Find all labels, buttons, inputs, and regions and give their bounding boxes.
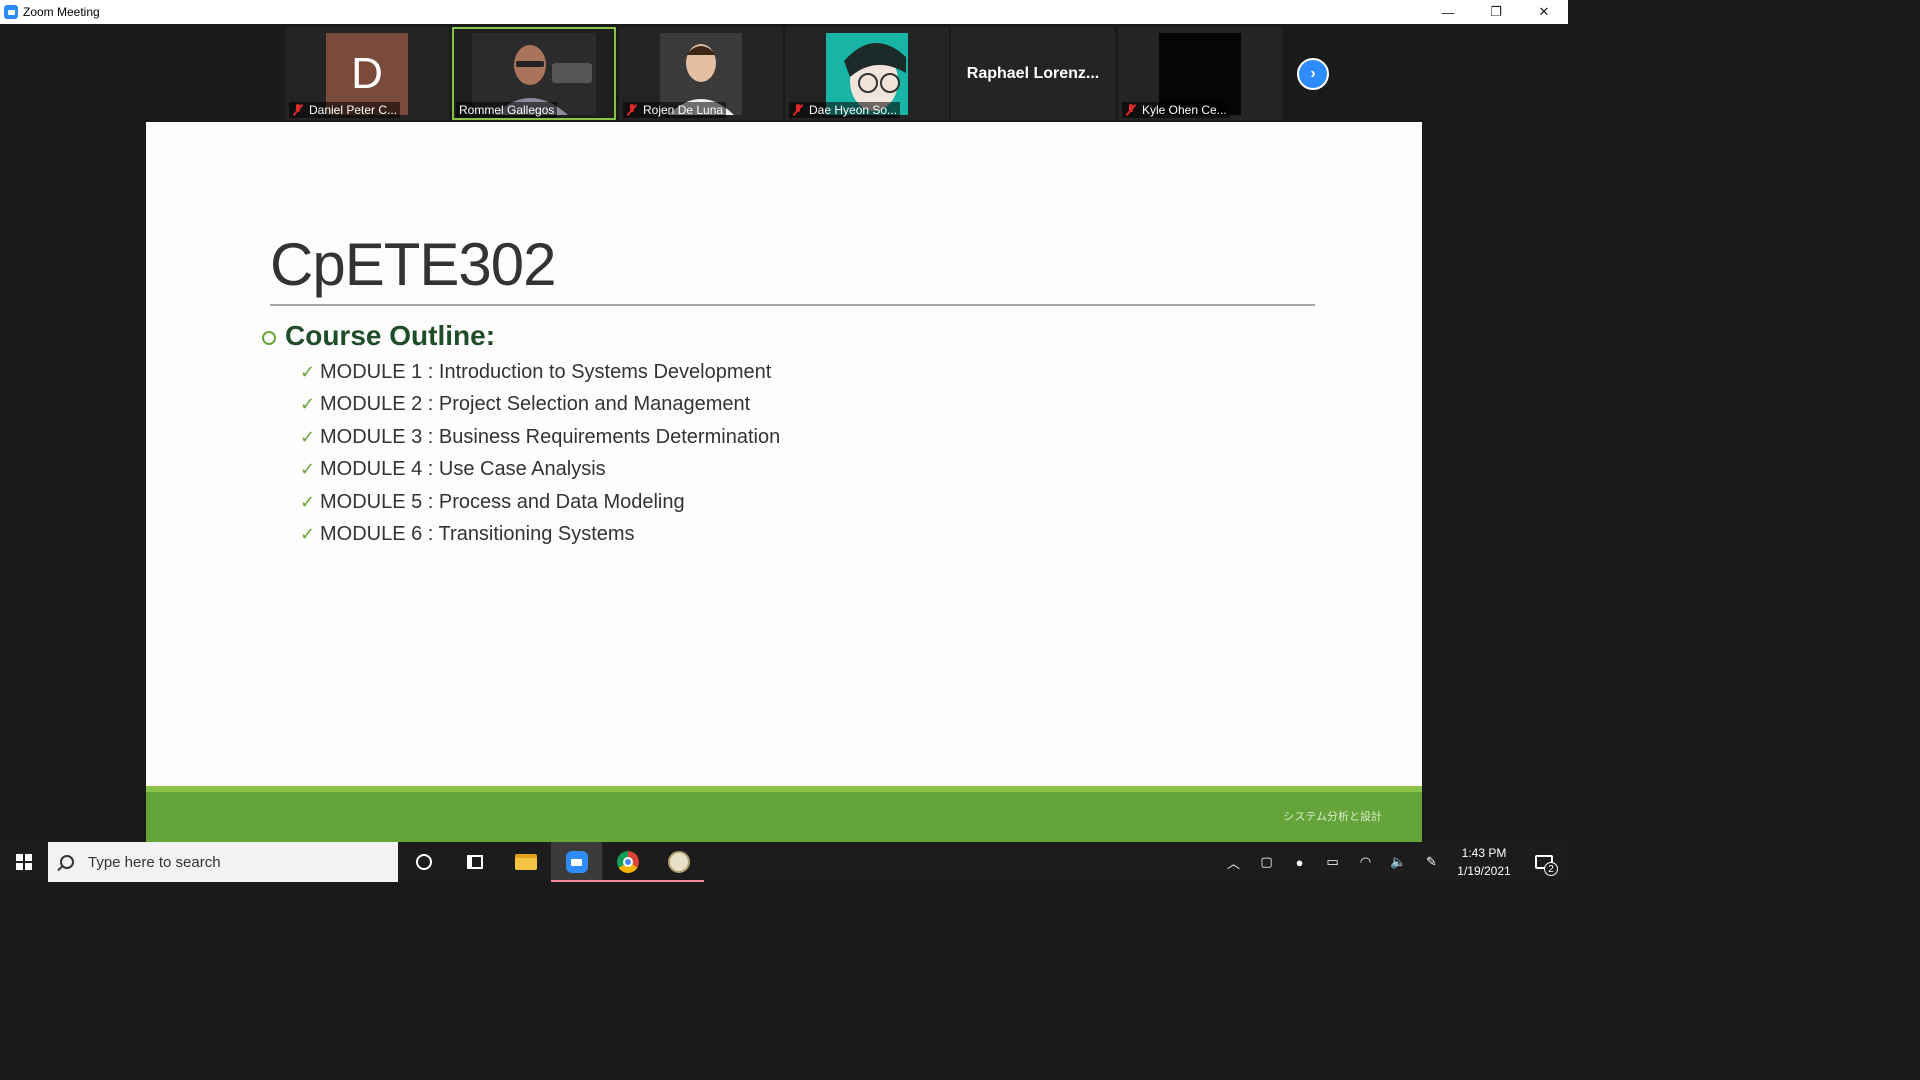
participant-name-tag: Kyle Ohen Ce...: [1122, 102, 1230, 118]
participant-name: Raphael Lorenz...: [966, 64, 1100, 82]
check-icon: ✓: [300, 459, 316, 480]
participant-name: Daniel Peter C...: [309, 103, 398, 117]
list-item: ✓ MODULE 1 : Introduction to Systems Deve…: [300, 356, 780, 389]
pen-icon: ✎: [1426, 854, 1437, 869]
module-text: MODULE 5 : Process and Data Modeling: [320, 490, 685, 513]
close-button[interactable]: ✕: [1520, 0, 1568, 24]
module-text: MODULE 2 : Project Selection and Managem…: [320, 393, 751, 416]
wifi-icon: ◠: [1359, 854, 1372, 869]
task-view-button[interactable]: [449, 842, 500, 882]
show-hidden-icons-button[interactable]: ︿: [1217, 842, 1250, 882]
participant-name-tag: Daniel Peter C...: [289, 102, 401, 118]
search-placeholder: Type here to search: [88, 853, 221, 871]
paint-taskbar-button[interactable]: [653, 842, 704, 882]
cortana-button[interactable]: [398, 842, 449, 882]
module-text: MODULE 3 : Business Requirements Determi…: [320, 425, 781, 448]
list-item: ✓ MODULE 3 : Business Requirements Determ…: [300, 421, 780, 454]
microphone-icon: ●: [1295, 854, 1304, 870]
mic-muted-icon: [792, 104, 804, 116]
participant-tile[interactable]: Rojen De Luna: [619, 27, 783, 120]
chevron-right-icon: ›: [1310, 65, 1316, 82]
battery-button[interactable]: ▭: [1316, 842, 1349, 882]
participant-name-tag: Dae Hyeon So...: [789, 102, 901, 118]
participant-name: Rommel Gallegos: [459, 103, 555, 117]
microphone-button[interactable]: ●: [1283, 842, 1316, 882]
task-view-icon: [466, 855, 483, 869]
search-icon: [60, 855, 74, 869]
participant-tile[interactable]: D Daniel Peter C...: [285, 27, 449, 120]
chrome-icon: [616, 851, 639, 873]
camera-icon: ▢: [1260, 854, 1273, 869]
window-title: Zoom Meeting: [23, 5, 100, 19]
zoom-app-icon: [4, 5, 18, 19]
speaker-icon: 🔈: [1390, 854, 1407, 869]
check-icon: ✓: [300, 426, 316, 447]
footer-text: システム分析と設計: [1283, 811, 1382, 823]
volume-button[interactable]: 🔈: [1382, 842, 1415, 882]
pen-workspace-button[interactable]: ✎: [1415, 842, 1448, 882]
check-icon: ✓: [300, 524, 316, 545]
window-controls: — ❐ ✕: [1424, 0, 1568, 24]
restore-button[interactable]: ❐: [1472, 0, 1520, 24]
chevron-up-icon: ︿: [1226, 855, 1240, 871]
circle-bullet-icon: [262, 331, 276, 345]
participant-tile[interactable]: Dae Hyeon So...: [785, 27, 949, 120]
list-item: ✓ MODULE 4 : Use Case Analysis: [300, 454, 780, 487]
clock-date: 1/19/2021: [1457, 864, 1511, 878]
mic-muted-icon: [1125, 104, 1137, 116]
list-item: ✓ MODULE 5 : Process and Data Modeling: [300, 486, 780, 519]
battery-icon: ▭: [1326, 854, 1339, 869]
clock-time: 1:43 PM: [1461, 846, 1507, 860]
module-list: ✓ MODULE 1 : Introduction to Systems Deve…: [300, 356, 780, 551]
participant-tile-active-speaker[interactable]: Rommel Gallegos: [452, 27, 616, 120]
zoom-icon: [565, 851, 588, 873]
participant-name-tag: Rommel Gallegos: [456, 102, 558, 118]
module-text: MODULE 4 : Use Case Analysis: [320, 458, 606, 481]
module-text: MODULE 6 : Transitioning Systems: [320, 523, 635, 546]
outline-heading-text: Course Outline:: [285, 320, 496, 351]
minimize-button[interactable]: —: [1424, 0, 1472, 24]
module-text: MODULE 1 : Introduction to Systems Devel…: [320, 360, 772, 383]
windows-taskbar: Type here to search ︿ ▢ ● ▭ ◠ 🔈 ✎ 1:43 P…: [0, 842, 1568, 882]
participant-name-tag: Rojen De Luna: [623, 102, 727, 118]
check-icon: ✓: [300, 491, 316, 512]
slide-footer: システム分析と設計: [146, 786, 1422, 842]
outline-heading: Course Outline:: [262, 320, 495, 352]
slide-title: CpETE302: [270, 231, 556, 298]
network-button[interactable]: ◠: [1349, 842, 1382, 882]
participant-tile[interactable]: Kyle Ohen Ce...: [1118, 27, 1282, 120]
window-titlebar: Zoom Meeting — ❐ ✕: [0, 0, 1568, 24]
participant-name: Kyle Ohen Ce...: [1142, 103, 1227, 117]
system-tray: ︿ ▢ ● ▭ ◠ 🔈 ✎ 1:43 PM 1/19/2021 2: [1217, 842, 1568, 882]
participant-strip: D Daniel Peter C... Rommel Gallegos Roje…: [0, 24, 1568, 122]
list-item: ✓ MODULE 2 : Project Selection and Manage…: [300, 389, 780, 422]
title-divider: [270, 304, 1315, 306]
taskbar-clock[interactable]: 1:43 PM 1/19/2021: [1448, 842, 1520, 882]
check-icon: ✓: [300, 394, 316, 415]
start-button[interactable]: [0, 842, 48, 882]
meet-now-button[interactable]: ▢: [1250, 842, 1283, 882]
participant-tile[interactable]: Raphael Lorenz...: [951, 27, 1115, 120]
next-page-button[interactable]: ›: [1297, 58, 1329, 90]
shared-slide: CpETE302 Course Outline: ✓ MODULE 1 : Int…: [146, 122, 1422, 842]
action-center-button[interactable]: 2: [1520, 842, 1568, 882]
cortana-icon: [415, 854, 432, 870]
file-explorer-icon: [514, 854, 537, 870]
file-explorer-button[interactable]: [500, 842, 551, 882]
windows-logo-icon: [16, 854, 32, 870]
notification-count-badge: 2: [1544, 862, 1558, 876]
list-item: ✓ MODULE 6 : Transitioning Systems: [300, 519, 780, 552]
participant-name: Rojen De Luna: [643, 103, 724, 117]
participant-name: Dae Hyeon So...: [809, 103, 898, 117]
taskbar-search[interactable]: Type here to search: [48, 842, 398, 882]
mic-muted-icon: [626, 104, 638, 116]
mic-muted-icon: [292, 104, 304, 116]
check-icon: ✓: [300, 361, 316, 382]
zoom-taskbar-button[interactable]: [551, 842, 602, 882]
paint-icon: [667, 851, 690, 873]
chrome-taskbar-button[interactable]: [602, 842, 653, 882]
